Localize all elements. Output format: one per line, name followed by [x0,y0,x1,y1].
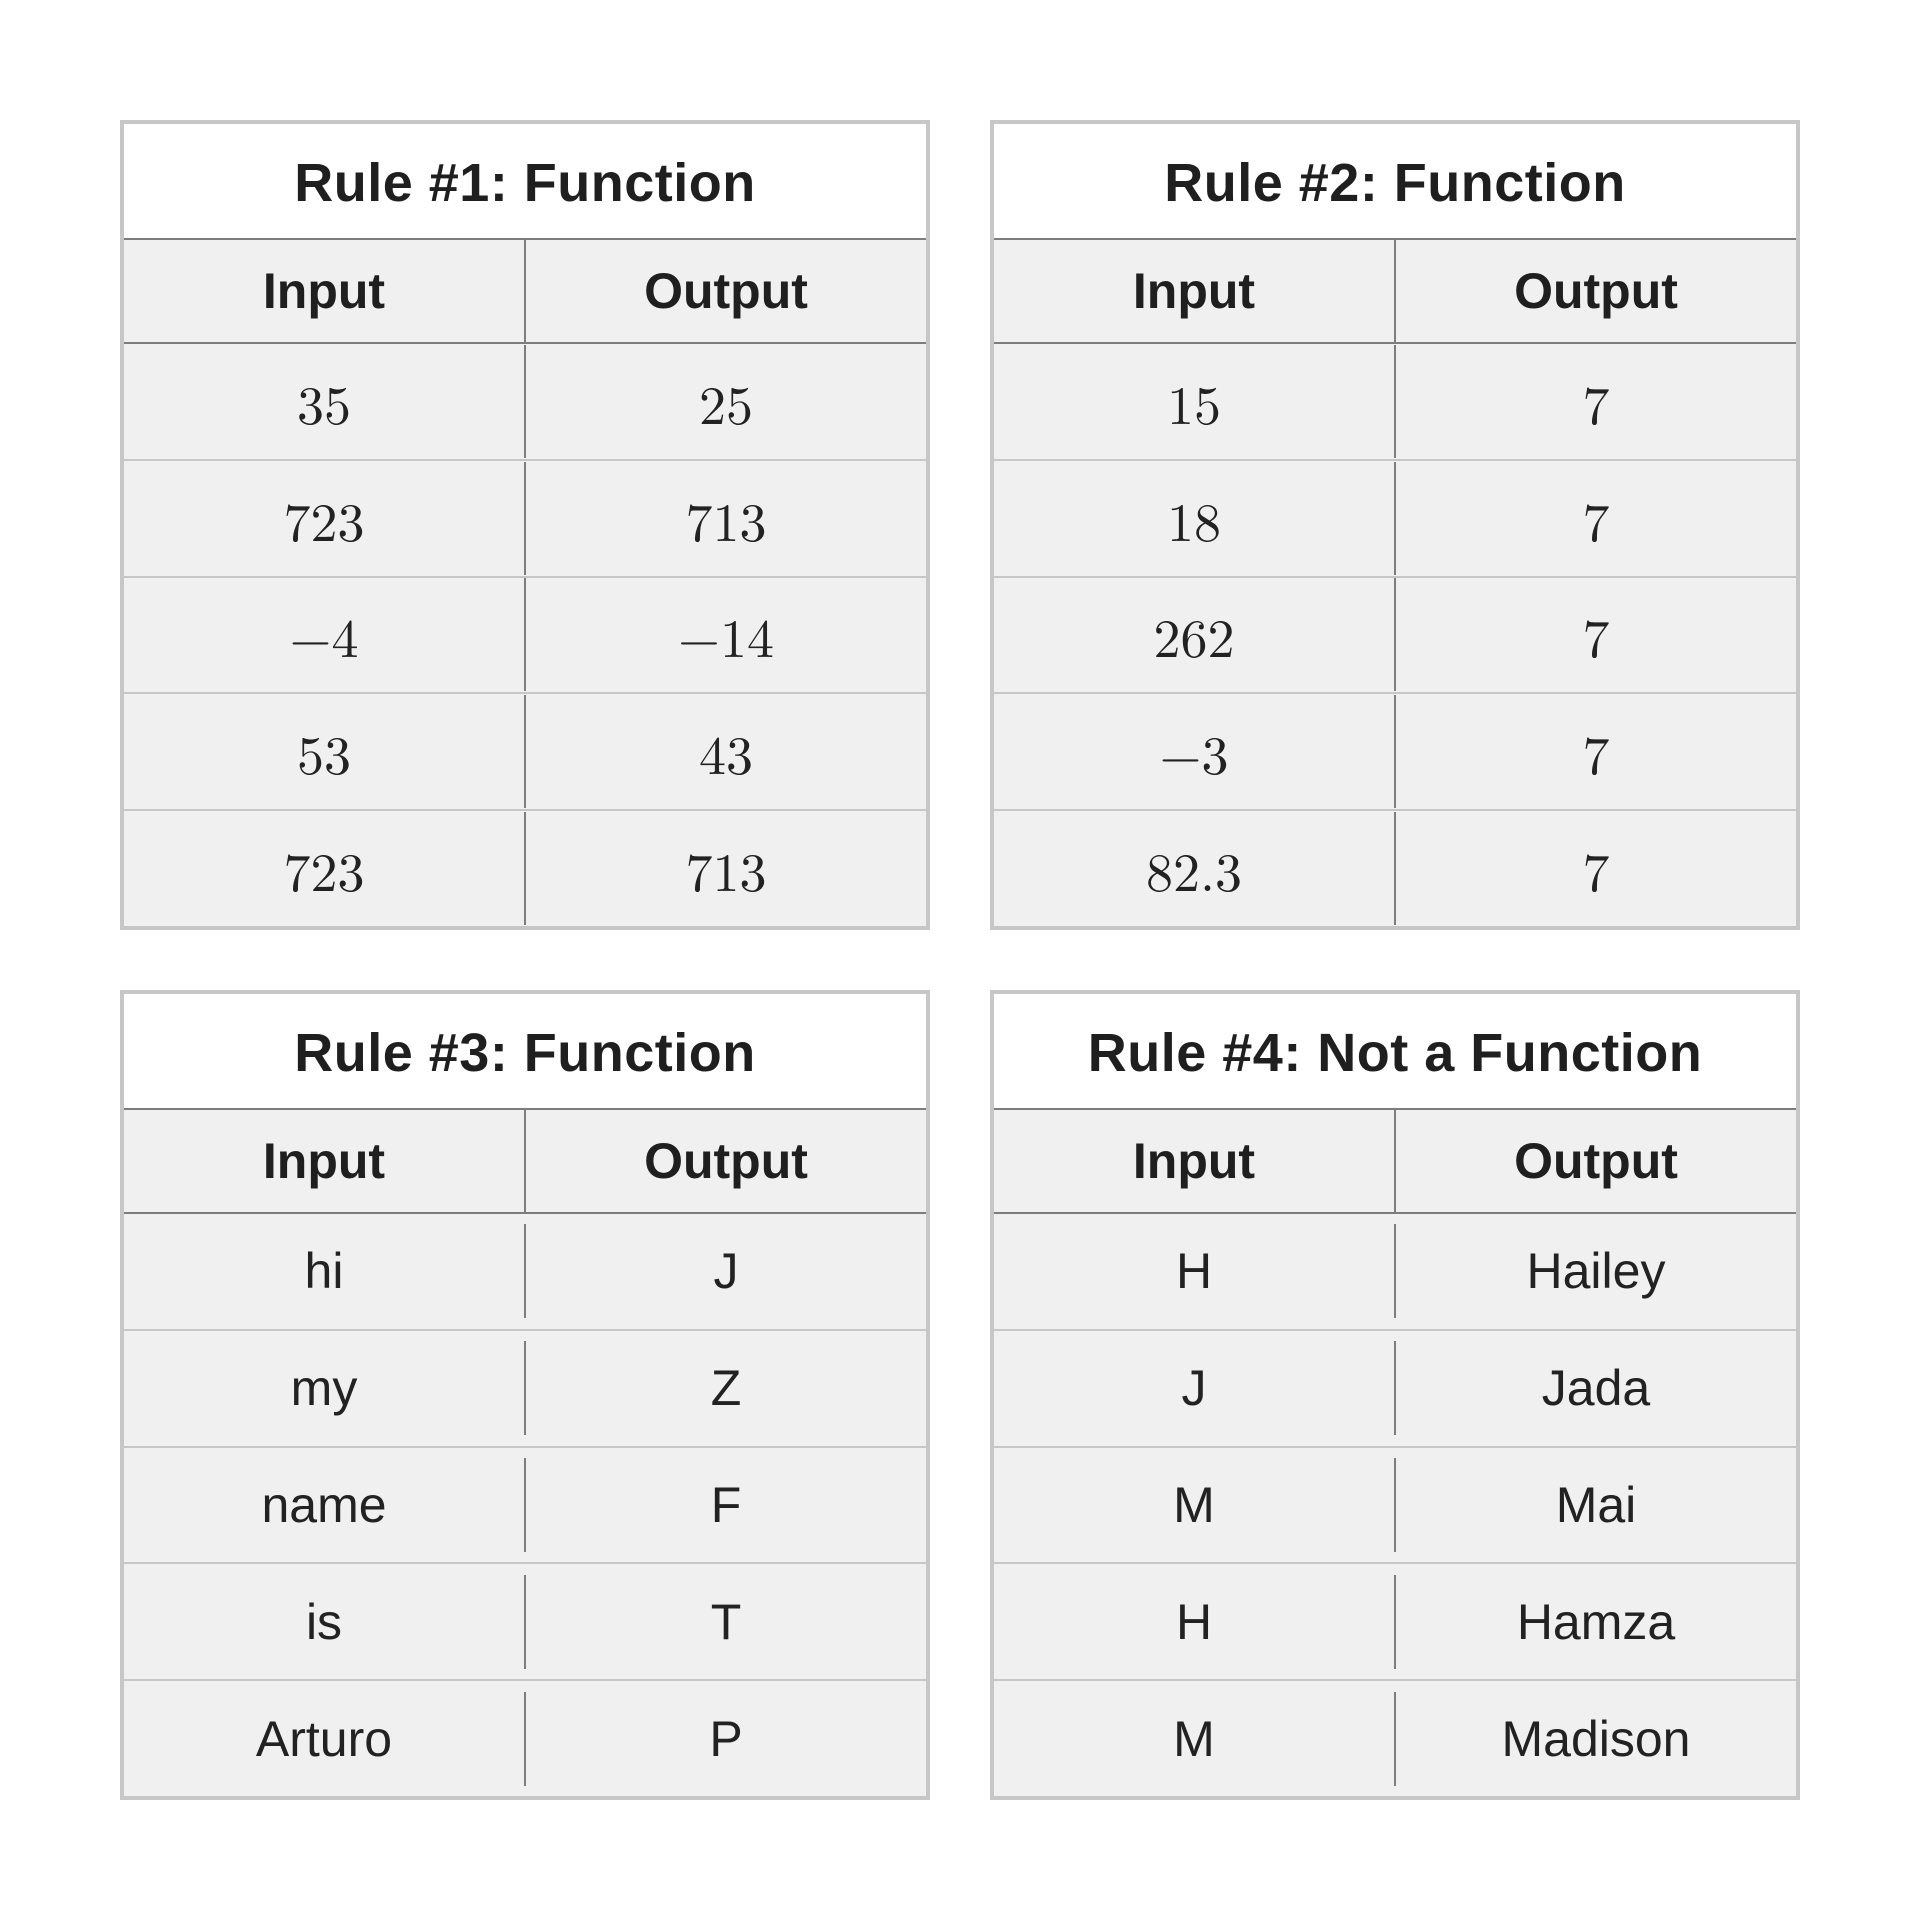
table-row: MMai [994,1448,1796,1565]
table-header-row: InputOutput [124,240,926,344]
column-header-output: Output [1396,1110,1796,1212]
rule-table-1: Rule #1: FunctionInputOutput3525723713−4… [120,120,930,930]
cell-output: 7 [1396,812,1796,925]
cell-output: 7 [1396,578,1796,691]
table-header-row: InputOutput [994,1110,1796,1214]
table-row: HHamza [994,1564,1796,1681]
cell-output: 7 [1396,695,1796,808]
cell-output: F [526,1458,926,1552]
table-row: 157 [994,344,1796,461]
cell-output: P [526,1692,926,1786]
cell-output: 7 [1396,345,1796,458]
cell-output: Mai [1396,1458,1796,1552]
cell-input: is [124,1575,526,1669]
cell-input: hi [124,1224,526,1318]
column-header-input: Input [994,1110,1396,1212]
table-body: 3525723713−4−145343723713 [124,344,926,926]
table-row: 187 [994,461,1796,578]
cell-input: Arturo [124,1692,526,1786]
table-row: MMadison [994,1681,1796,1796]
column-header-output: Output [526,240,926,342]
table-row: nameF [124,1448,926,1565]
cell-output: 25 [526,345,926,458]
cell-input: name [124,1458,526,1552]
cell-input: M [994,1692,1396,1786]
rule-table-2: Rule #2: FunctionInputOutput1571872627−3… [990,120,1800,930]
table-body: hiJmyZnameFisTArturoP [124,1214,926,1796]
table-row: −4−14 [124,578,926,695]
column-header-input: Input [124,240,526,342]
table-row: myZ [124,1331,926,1448]
cell-input: 35 [124,345,526,458]
column-header-output: Output [1396,240,1796,342]
cell-output: T [526,1575,926,1669]
cell-output: Jada [1396,1341,1796,1435]
cell-input: H [994,1224,1396,1318]
cell-input: H [994,1575,1396,1669]
rule-table-title: Rule #3: Function [124,994,926,1110]
table-row: HHailey [994,1214,1796,1331]
rule-table-3: Rule #3: FunctionInputOutputhiJmyZnameFi… [120,990,930,1800]
cell-output: 713 [526,812,926,925]
table-row: hiJ [124,1214,926,1331]
column-header-output: Output [526,1110,926,1212]
cell-output: 7 [1396,462,1796,575]
rule-table-title: Rule #4: Not a Function [994,994,1796,1110]
cell-output: −14 [526,578,926,691]
table-row: 723713 [124,461,926,578]
table-row: JJada [994,1331,1796,1448]
cell-input: −3 [994,695,1396,808]
cell-input: 15 [994,345,1396,458]
cell-output: Hailey [1396,1224,1796,1318]
cell-input: −4 [124,578,526,691]
table-row: 5343 [124,694,926,811]
table-body: HHaileyJJadaMMaiHHamzaMMadison [994,1214,1796,1796]
table-header-row: InputOutput [994,240,1796,344]
cell-output: Hamza [1396,1575,1796,1669]
table-row: 2627 [994,578,1796,695]
cell-input: 262 [994,578,1396,691]
cell-input: 723 [124,462,526,575]
table-row: isT [124,1564,926,1681]
cell-output: 43 [526,695,926,808]
cell-output: Madison [1396,1692,1796,1786]
rule-table-title: Rule #1: Function [124,124,926,240]
table-body: 1571872627−3782.37 [994,344,1796,926]
table-row: 82.37 [994,811,1796,926]
column-header-input: Input [994,240,1396,342]
cell-output: Z [526,1341,926,1435]
column-header-input: Input [124,1110,526,1212]
cell-input: my [124,1341,526,1435]
cell-input: 82.3 [994,812,1396,925]
table-row: −37 [994,694,1796,811]
rule-table-4: Rule #4: Not a FunctionInputOutputHHaile… [990,990,1800,1800]
cell-input: 53 [124,695,526,808]
cell-input: M [994,1458,1396,1552]
table-row: 723713 [124,811,926,926]
cell-output: 713 [526,462,926,575]
table-header-row: InputOutput [124,1110,926,1214]
table-row: ArturoP [124,1681,926,1796]
table-row: 3525 [124,344,926,461]
cell-output: J [526,1224,926,1318]
cell-input: 723 [124,812,526,925]
cell-input: 18 [994,462,1396,575]
rule-table-title: Rule #2: Function [994,124,1796,240]
tables-grid: Rule #1: FunctionInputOutput3525723713−4… [0,0,1920,1920]
cell-input: J [994,1341,1396,1435]
